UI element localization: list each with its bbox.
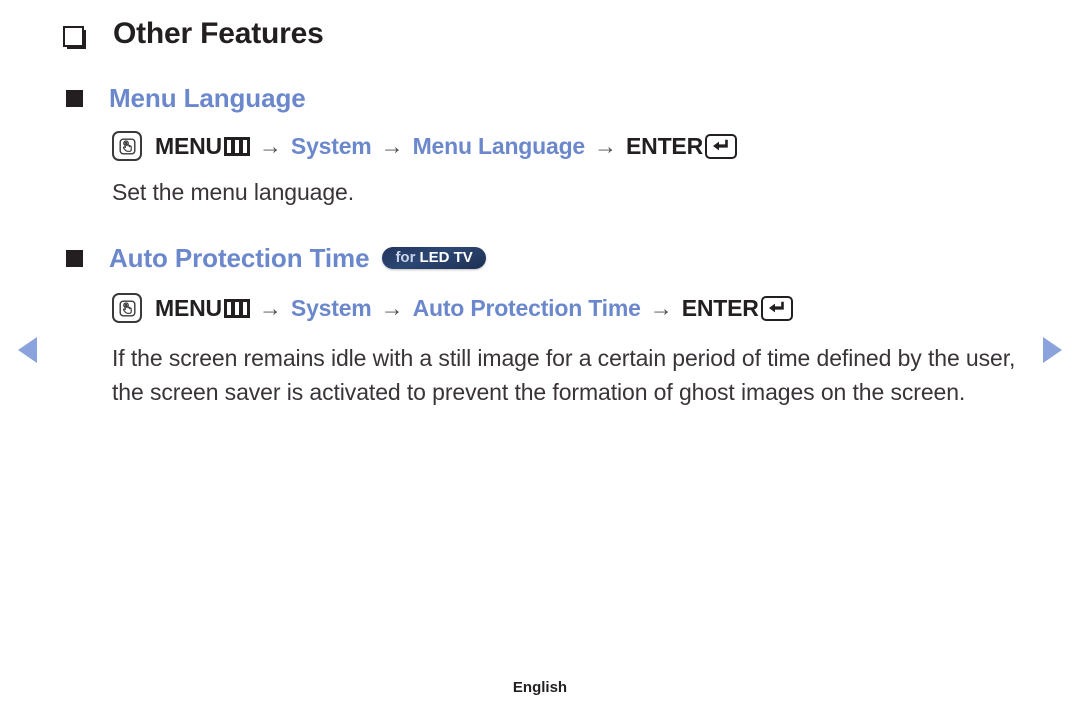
filled-square-bullet-icon	[66, 249, 83, 267]
path-arrow-3: →	[594, 132, 618, 159]
status-badge-for-led-tv: for LED TV	[382, 247, 486, 269]
path-step-auto-protection-time: Auto Protection Time	[412, 294, 641, 321]
section-heading-auto-protection-time: Auto Protection Time	[109, 242, 370, 273]
badge-model: LED TV	[419, 249, 473, 266]
filled-square-bullet-icon	[66, 89, 83, 107]
menu-bars-icon	[223, 136, 250, 156]
section-heading-row-menu-language: Menu Language	[60, 80, 1020, 116]
press-button-icon	[112, 131, 142, 161]
next-page-arrow-icon[interactable]	[1043, 337, 1062, 363]
badge-prefix: for	[395, 249, 416, 266]
section-body-auto-protection-time: If the screen remains idle with a still …	[112, 345, 1016, 405]
path-arrow-2: →	[380, 132, 404, 159]
page-title: Other Features	[113, 17, 324, 50]
path-arrow-3: →	[649, 294, 673, 321]
page-title-row: Other Features	[60, 12, 1020, 56]
press-button-icon	[112, 293, 142, 323]
previous-page-arrow-icon[interactable]	[18, 337, 37, 363]
path-arrow-2: →	[380, 294, 404, 321]
menu-path-menu-language: MENU → System → Menu Language → ENTER	[112, 130, 1020, 162]
menu-bars-icon	[223, 298, 250, 318]
path-step-system: System	[290, 294, 372, 321]
path-arrow-1: →	[258, 132, 282, 159]
content-column: Other Features Menu Language MENU → Syst…	[60, 0, 1020, 409]
section-body-menu-language: Set the menu language.	[112, 179, 355, 205]
enter-key-icon	[760, 295, 793, 321]
path-step-system: System	[290, 132, 372, 159]
menu-path-auto-protection-time: MENU → System → Auto Protection Time → E…	[112, 292, 1020, 324]
section-heading-menu-language: Menu Language	[109, 82, 306, 113]
menu-button-label: MENU	[155, 132, 222, 159]
menu-button-label: MENU	[155, 294, 222, 321]
enter-key-icon	[704, 133, 737, 159]
enter-button-label: ENTER	[681, 294, 759, 321]
path-step-menu-language: Menu Language	[412, 132, 586, 159]
manual-page: Other Features Menu Language MENU → Syst…	[0, 0, 1080, 705]
enter-button-label: ENTER	[626, 132, 703, 159]
path-arrow-1: →	[258, 294, 282, 321]
hollow-square-bullet-icon	[63, 25, 84, 47]
footer-language-label: English	[512, 679, 568, 696]
section-heading-row-auto-protection-time: Auto Protection Time for LED TV	[60, 240, 1020, 276]
